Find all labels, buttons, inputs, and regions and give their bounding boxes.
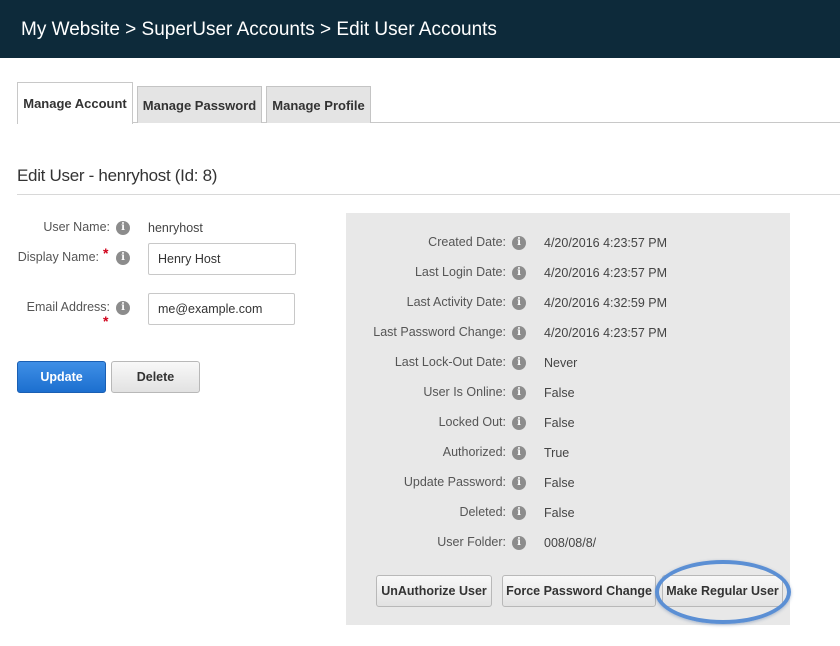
last-activity-date-value: 4/20/2016 4:32:59 PM [544, 296, 668, 310]
make-regular-user-button[interactable]: Make Regular User [662, 575, 783, 607]
last-password-change-label: Last Password Change: [373, 325, 506, 339]
last-password-change-value: 4/20/2016 4:23:57 PM [544, 326, 668, 340]
created-date-value: 4/20/2016 4:23:57 PM [544, 236, 668, 250]
breadcrumb: My Website > SuperUser Accounts > Edit U… [21, 19, 497, 40]
info-icon[interactable]: i [512, 506, 526, 520]
authorized-value: True [544, 446, 570, 460]
last-activity-date-label: Last Activity Date: [406, 295, 506, 309]
info-icon[interactable]: i [116, 251, 130, 265]
user-folder-value: 008/08/8/ [544, 536, 597, 550]
tab-bar: Manage Account Manage Password Manage Pr… [17, 82, 840, 124]
update-password-label: Update Password: [403, 475, 506, 489]
info-icon[interactable]: i [512, 236, 526, 250]
user-is-online-label: User Is Online: [423, 385, 506, 399]
info-icon[interactable]: i [512, 536, 526, 550]
email-field[interactable] [148, 293, 295, 325]
page-header: My Website > SuperUser Accounts > Edit U… [0, 0, 840, 58]
info-icon[interactable]: i [116, 221, 130, 235]
deleted-value: False [544, 506, 575, 520]
info-icon[interactable]: i [512, 326, 526, 340]
tab-manage-password[interactable]: Manage Password [137, 86, 262, 123]
info-icon[interactable]: i [512, 416, 526, 430]
info-icon[interactable]: i [512, 296, 526, 310]
update-button[interactable]: Update [17, 361, 106, 393]
info-icon[interactable]: i [512, 476, 526, 490]
tab-manage-profile[interactable]: Manage Profile [266, 86, 371, 123]
authorized-label: Authorized: [442, 445, 506, 459]
last-lockout-date-value: Never [544, 356, 578, 370]
last-login-date-value: 4/20/2016 4:23:57 PM [544, 266, 668, 280]
delete-button[interactable]: Delete [111, 361, 200, 393]
display-name-field[interactable] [148, 243, 296, 275]
force-password-change-button[interactable]: Force Password Change [502, 575, 656, 607]
unauthorize-user-button[interactable]: UnAuthorize User [376, 575, 492, 607]
title-divider [17, 194, 840, 195]
locked-out-value: False [544, 416, 575, 430]
page-title: Edit User - henryhost (Id: 8) [17, 166, 218, 185]
info-icon[interactable]: i [512, 266, 526, 280]
user-folder-label: User Folder: [437, 535, 506, 549]
tab-manage-account[interactable]: Manage Account [17, 82, 133, 124]
user-name-label: User Name: [43, 220, 110, 234]
info-icon[interactable]: i [512, 356, 526, 370]
required-marker: * [103, 313, 109, 329]
email-label: Email Address: [26, 300, 110, 314]
required-marker: * [103, 245, 109, 261]
last-login-date-label: Last Login Date: [414, 265, 506, 279]
info-icon[interactable]: i [116, 301, 130, 315]
info-icon[interactable]: i [512, 386, 526, 400]
user-name-value: henryhost [148, 221, 203, 235]
last-lockout-date-label: Last Lock-Out Date: [394, 355, 506, 369]
update-password-value: False [544, 476, 575, 490]
created-date-label: Created Date: [428, 235, 506, 249]
user-is-online-value: False [544, 386, 575, 400]
locked-out-label: Locked Out: [438, 415, 506, 429]
deleted-label: Deleted: [459, 505, 506, 519]
display-name-label: Display Name: [17, 250, 99, 264]
info-icon[interactable]: i [512, 446, 526, 460]
